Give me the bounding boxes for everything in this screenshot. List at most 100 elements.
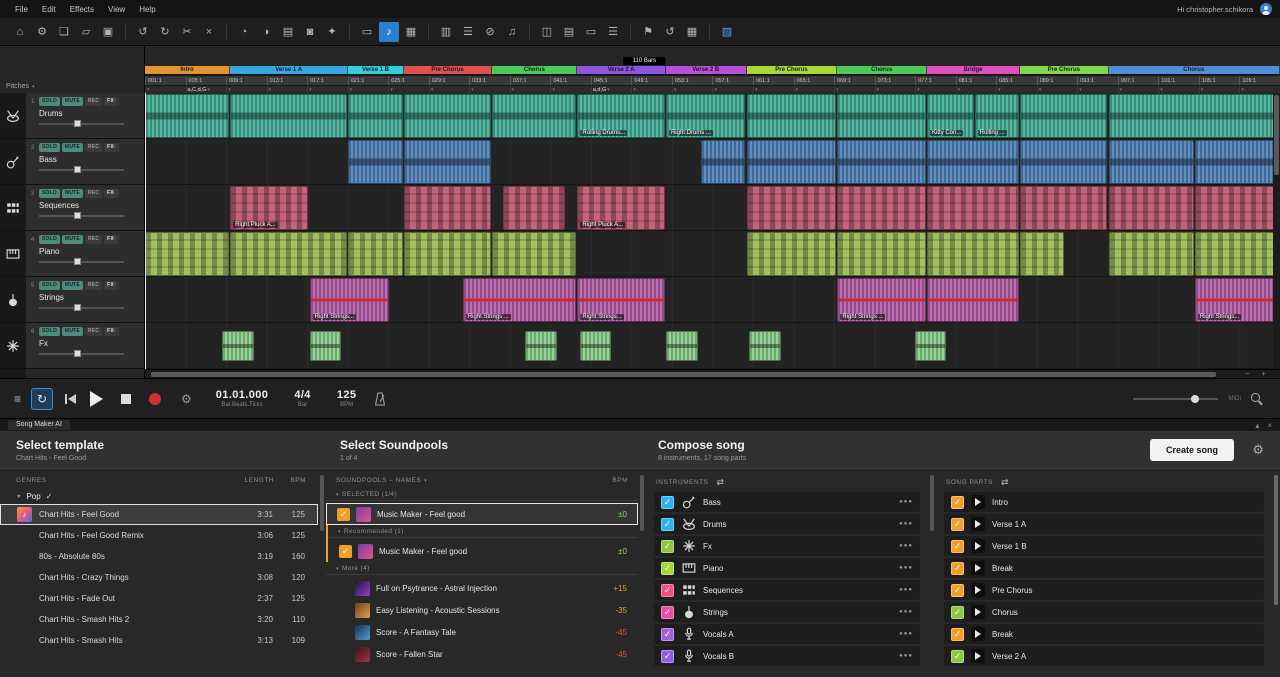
visualizer-icon[interactable]: ◫ — [537, 22, 557, 42]
audio-clip[interactable] — [1109, 94, 1280, 138]
fx-icon[interactable] — [0, 323, 26, 369]
chord-marker[interactable]: ▾ — [469, 86, 510, 93]
template-scrollbar[interactable] — [318, 471, 326, 677]
shuffle-icon[interactable]: ⇄ — [1001, 477, 1009, 488]
section-verse-2-a[interactable]: Verse 2 A — [577, 66, 666, 74]
audio-clip[interactable]: Right Strings ... — [463, 278, 577, 322]
row-menu-icon[interactable]: ●●● — [899, 631, 913, 637]
volume-slider[interactable] — [39, 120, 132, 129]
song-parts-scrollbar[interactable] — [1272, 471, 1280, 677]
instrument-checkbox[interactable]: ✓ — [661, 628, 674, 641]
song-part-checkbox[interactable]: ✓ — [951, 650, 964, 663]
section-verse-2-b[interactable]: Verse 2 B — [666, 66, 747, 74]
song-part-checkbox[interactable]: ✓ — [951, 562, 964, 575]
template-row[interactable]: ♪ Chart Hits - Feel Good 3:31 125 — [0, 504, 318, 525]
audio-clip[interactable]: Right Strings... — [1195, 278, 1280, 322]
chord-marker[interactable]: ▾ — [1037, 86, 1078, 93]
chord-marker[interactable]: a,C,d,G▾ — [186, 86, 227, 93]
sync-icon[interactable]: ◔ — [234, 22, 254, 42]
audio-clip[interactable] — [749, 331, 781, 361]
lock-icon[interactable]: ◙ — [300, 22, 320, 42]
menu-effects[interactable]: Effects — [63, 3, 101, 16]
new-project-icon[interactable]: ❏ — [54, 22, 74, 42]
soundpool-group-label[interactable]: ▾Recommended (1) — [328, 525, 638, 538]
keyboard-icon[interactable]: ▤ — [559, 22, 579, 42]
soundpool-row[interactable]: Full on Psytrance - Astral Injection +15 — [326, 577, 638, 599]
loudness-icon[interactable]: ◑ — [256, 22, 276, 42]
instrument-row-bass[interactable]: ✓ Bass ●●● — [654, 492, 920, 512]
solo-button[interactable]: SOLO — [39, 97, 60, 106]
bass-icon[interactable] — [0, 139, 26, 185]
horizontal-scrollbar[interactable]: − + — [145, 369, 1280, 378]
row-menu-icon[interactable]: ●●● — [899, 587, 913, 593]
audio-clip[interactable] — [404, 186, 491, 230]
track-lanes[interactable]: Rolling Drums...Right Drums ...Kitty Con… — [145, 93, 1280, 369]
instrument-checkbox[interactable]: ✓ — [661, 540, 674, 553]
audio-clip[interactable] — [1020, 140, 1107, 184]
audio-clip[interactable] — [348, 94, 402, 138]
fx-button[interactable]: FX — [104, 143, 119, 152]
audio-clip[interactable]: Rolling ... — [975, 94, 1019, 138]
row-menu-icon[interactable]: ●●● — [899, 653, 913, 659]
chord-marker[interactable]: ▾ — [631, 86, 672, 93]
chord-marker[interactable]: ▾ — [915, 86, 956, 93]
audio-clip[interactable] — [837, 186, 926, 230]
object-grid-icon[interactable]: ▦ — [401, 22, 421, 42]
chord-marker[interactable]: ▾ — [875, 86, 916, 93]
chord-marker[interactable]: ▾ — [307, 86, 348, 93]
bpm-value[interactable]: 125 — [337, 389, 357, 401]
transport-settings-icon[interactable]: ⚙ — [181, 392, 192, 406]
instrument-row-drums[interactable]: ✓ Drums ●●● — [654, 514, 920, 534]
audio-clip[interactable] — [837, 140, 926, 184]
section-chorus[interactable]: Chorus — [1109, 66, 1280, 74]
close-icon[interactable]: × — [1267, 421, 1272, 430]
jump-back-icon[interactable]: ↺ — [660, 22, 680, 42]
chord-marker[interactable]: ▾ — [267, 86, 308, 93]
volume-slider[interactable] — [39, 212, 132, 221]
instrument-checkbox[interactable]: ✓ — [661, 606, 674, 619]
user-avatar-icon[interactable] — [1260, 3, 1272, 15]
chord-marker[interactable]: ▾ — [226, 86, 267, 93]
chord-marker[interactable]: ▾ — [1158, 86, 1199, 93]
chord-marker[interactable]: a,d,G▾ — [591, 86, 632, 93]
video-monitor-icon[interactable]: ▭ — [581, 22, 601, 42]
soundpool-row[interactable]: Score - Fallen Star -45 — [326, 643, 638, 665]
template-row[interactable]: 80s - Absolute 80s 3:19 160 — [0, 546, 318, 567]
audio-clip[interactable] — [927, 140, 1019, 184]
audio-clip[interactable] — [927, 278, 1019, 322]
soundpool-group-label[interactable]: ▾SELECTED (1/4) — [326, 488, 638, 501]
playhead[interactable] — [145, 93, 146, 369]
position-field[interactable]: 01.01.000 Bar.Beats.Ticks — [216, 389, 269, 408]
instrument-checkbox[interactable]: ✓ — [661, 650, 674, 663]
mute-button[interactable]: MUTE — [62, 327, 83, 336]
song-part-row-pre-chorus[interactable]: ✓ Pre Chorus — [944, 580, 1264, 600]
section-pre-chorus[interactable]: Pre Chorus — [404, 66, 493, 74]
audio-clip[interactable] — [503, 186, 565, 230]
transport-menu-icon[interactable]: ≡ — [14, 392, 21, 406]
fx-button[interactable]: FX — [104, 235, 119, 244]
fx-button[interactable]: FX — [104, 281, 119, 290]
home-icon[interactable]: ⌂ — [10, 22, 30, 42]
audio-clip[interactable] — [145, 232, 229, 276]
small-grid-icon[interactable]: ▦ — [682, 22, 702, 42]
audio-clip[interactable] — [1020, 232, 1064, 276]
loop-object-icon[interactable]: ▭ — [357, 22, 377, 42]
song-part-row-intro[interactable]: ✓ Intro — [944, 492, 1264, 512]
section-bridge[interactable]: Bridge — [927, 66, 1020, 74]
menu-edit[interactable]: Edit — [35, 3, 63, 16]
loop-button[interactable]: ↻ — [31, 388, 53, 410]
section-chorus[interactable]: Chorus — [837, 66, 927, 74]
audio-clip[interactable] — [747, 94, 837, 138]
song-part-row-verse-1-a[interactable]: ✓ Verse 1 A — [944, 514, 1264, 534]
audio-clip[interactable] — [580, 331, 612, 361]
genre-group-pop[interactable]: ▼ Pop ✓ — [0, 488, 318, 504]
shuffle-icon[interactable]: ⇄ — [716, 477, 724, 488]
audio-clip[interactable] — [1195, 232, 1280, 276]
audio-clip[interactable]: Right Strings... — [577, 278, 664, 322]
audio-clip[interactable] — [348, 232, 402, 276]
audio-clip[interactable]: Right Strings... — [310, 278, 389, 322]
fx-button[interactable]: FX — [104, 327, 119, 336]
chord-marker[interactable]: ▾ — [145, 86, 186, 93]
chord-marker[interactable]: ▾ — [996, 86, 1037, 93]
instrument-checkbox[interactable]: ✓ — [661, 584, 674, 597]
